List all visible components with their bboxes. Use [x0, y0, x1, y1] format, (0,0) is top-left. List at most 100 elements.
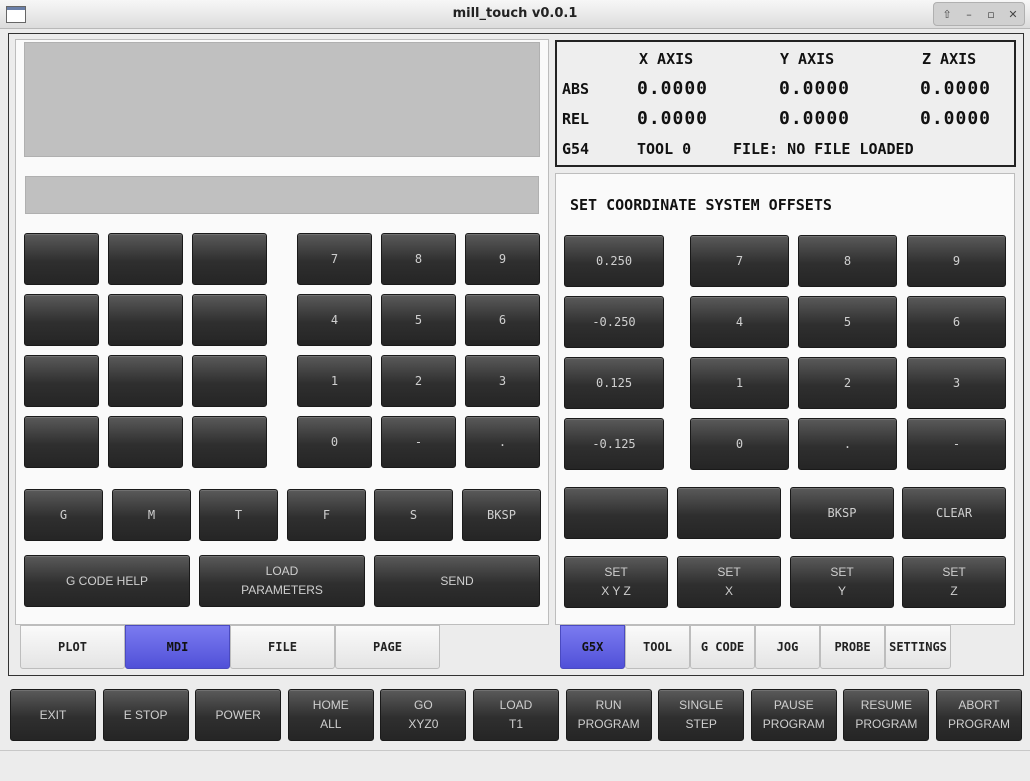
load-parameters-button[interactable]: LOAD PARAMETERS: [199, 555, 365, 607]
go-xyz0-button[interactable]: GO XYZ0: [380, 689, 467, 741]
mdi-letter-key-5[interactable]: BKSP: [462, 489, 541, 541]
offset-increment-0[interactable]: 0.250: [564, 235, 664, 287]
mdi-numpad-key-8[interactable]: 3: [465, 355, 540, 407]
dro-file: FILE: NO FILE LOADED: [733, 140, 914, 158]
offset-clear-button[interactable]: CLEAR: [902, 487, 1006, 539]
mdi-numpad-key-6[interactable]: 1: [297, 355, 372, 407]
single-step-button[interactable]: SINGLE STEP: [658, 689, 745, 741]
abort-program-button[interactable]: ABORT PROGRAM: [936, 689, 1022, 741]
offset-increment-1[interactable]: -0.250: [564, 296, 664, 348]
offset-numpad-key-2[interactable]: 9: [907, 235, 1006, 287]
mdi-letter-key-3[interactable]: F: [287, 489, 366, 541]
mdi-numpad-key-0[interactable]: 7: [297, 233, 372, 285]
set-xyz-button[interactable]: SET X Y Z: [564, 556, 668, 608]
offset-numpad-key-7[interactable]: 2: [798, 357, 897, 409]
mdi-numpad-key-1[interactable]: 8: [381, 233, 456, 285]
mdi-function-key[interactable]: [24, 294, 99, 346]
exit-button[interactable]: EXIT: [10, 689, 96, 741]
mdi-function-key[interactable]: [108, 355, 183, 407]
estop-button[interactable]: E STOP: [102, 689, 189, 741]
resume-program-button[interactable]: RESUME PROGRAM: [843, 689, 930, 741]
set-z-button[interactable]: SET Z: [902, 556, 1006, 608]
offset-numpad-key-10[interactable]: .: [798, 418, 897, 470]
mdi-letter-key-2[interactable]: T: [199, 489, 278, 541]
mdi-function-key[interactable]: [192, 233, 267, 285]
mdi-letter-key-0[interactable]: G: [24, 489, 103, 541]
offset-numpad-key-8[interactable]: 3: [907, 357, 1006, 409]
tab-g-code[interactable]: G CODE: [690, 625, 755, 669]
dro-rel-z: 0.0000: [920, 108, 992, 129]
offset-blank-key-0[interactable]: [564, 487, 668, 539]
window-title: mill_touch v0.0.1: [452, 6, 578, 21]
mdi-numpad-key-4[interactable]: 5: [381, 294, 456, 346]
dro-header-z: Z AXIS: [922, 50, 977, 68]
window-titlebar: mill_touch v0.0.1 ⇧ – ▫ ✕: [0, 0, 1030, 29]
tab-jog[interactable]: JOG: [755, 625, 820, 669]
pause-program-button[interactable]: PAUSE PROGRAM: [750, 689, 837, 741]
mdi-numpad-key-7[interactable]: 2: [381, 355, 456, 407]
maximize-icon[interactable]: ▫: [981, 5, 1001, 24]
mdi-function-key[interactable]: [24, 355, 99, 407]
mdi-function-key[interactable]: [24, 233, 99, 285]
offset-numpad-key-6[interactable]: 1: [690, 357, 789, 409]
tab-g5x[interactable]: G5X: [560, 625, 625, 669]
mdi-function-key[interactable]: [192, 294, 267, 346]
dro-header-y: Y AXIS: [780, 50, 835, 68]
dro-abs-label: ABS: [562, 80, 590, 98]
mdi-function-key[interactable]: [192, 416, 267, 468]
gcode-help-button[interactable]: G CODE HELP: [24, 555, 190, 607]
dro-rel-y: 0.0000: [779, 108, 851, 129]
offset-blank-key-1[interactable]: [677, 487, 781, 539]
status-bar: [0, 750, 1030, 781]
set-y-button[interactable]: SET Y: [790, 556, 894, 608]
mdi-numpad-key-11[interactable]: .: [465, 416, 540, 468]
load-t1-button[interactable]: LOAD T1: [473, 689, 559, 741]
power-button[interactable]: POWER: [195, 689, 282, 741]
offset-numpad-key-1[interactable]: 8: [798, 235, 897, 287]
tab-mdi[interactable]: MDI: [125, 625, 230, 669]
offset-numpad-key-0[interactable]: 7: [690, 235, 789, 287]
mdi-function-key[interactable]: [108, 233, 183, 285]
mdi-function-key[interactable]: [108, 294, 183, 346]
mdi-numpad-key-3[interactable]: 4: [297, 294, 372, 346]
offset-numpad-key-3[interactable]: 4: [690, 296, 789, 348]
home-all-button[interactable]: HOME ALL: [287, 689, 374, 741]
dro-rel-x: 0.0000: [637, 108, 709, 129]
dro-abs-z: 0.0000: [920, 78, 992, 99]
mdi-numpad-key-2[interactable]: 9: [465, 233, 540, 285]
mdi-numpad-key-9[interactable]: 0: [297, 416, 372, 468]
tab-plot[interactable]: PLOT: [20, 625, 125, 669]
tab-tool[interactable]: TOOL: [625, 625, 690, 669]
mdi-history-display: [24, 42, 540, 157]
shade-icon[interactable]: ⇧: [937, 5, 957, 24]
mdi-function-key[interactable]: [108, 416, 183, 468]
mdi-numpad-key-5[interactable]: 6: [465, 294, 540, 346]
minimize-icon[interactable]: –: [959, 5, 979, 24]
offset-numpad-key-9[interactable]: 0: [690, 418, 789, 470]
send-button[interactable]: SEND: [374, 555, 540, 607]
dro-abs-x: 0.0000: [637, 78, 709, 99]
tab-settings[interactable]: SETTINGS: [885, 625, 951, 669]
close-icon[interactable]: ✕: [1003, 5, 1023, 24]
tab-file[interactable]: FILE: [230, 625, 335, 669]
offsets-title: SET COORDINATE SYSTEM OFFSETS: [570, 196, 832, 214]
offset-increment-3[interactable]: -0.125: [564, 418, 664, 470]
offset-bksp-button[interactable]: BKSP: [790, 487, 894, 539]
mdi-letter-key-1[interactable]: M: [112, 489, 191, 541]
dro-rel-label: REL: [562, 110, 590, 128]
set-x-button[interactable]: SET X: [677, 556, 781, 608]
mdi-command-input[interactable]: [25, 176, 539, 214]
tab-probe[interactable]: PROBE: [820, 625, 885, 669]
mdi-numpad-key-10[interactable]: -: [381, 416, 456, 468]
mdi-function-key[interactable]: [192, 355, 267, 407]
mdi-letter-key-4[interactable]: S: [374, 489, 453, 541]
dro-tool: TOOL 0: [637, 140, 692, 158]
tab-page[interactable]: PAGE: [335, 625, 440, 669]
run-program-button[interactable]: RUN PROGRAM: [565, 689, 652, 741]
offset-increment-2[interactable]: 0.125: [564, 357, 664, 409]
offset-numpad-key-4[interactable]: 5: [798, 296, 897, 348]
dro-abs-y: 0.0000: [779, 78, 851, 99]
offset-numpad-key-11[interactable]: -: [907, 418, 1006, 470]
offset-numpad-key-5[interactable]: 6: [907, 296, 1006, 348]
mdi-function-key[interactable]: [24, 416, 99, 468]
